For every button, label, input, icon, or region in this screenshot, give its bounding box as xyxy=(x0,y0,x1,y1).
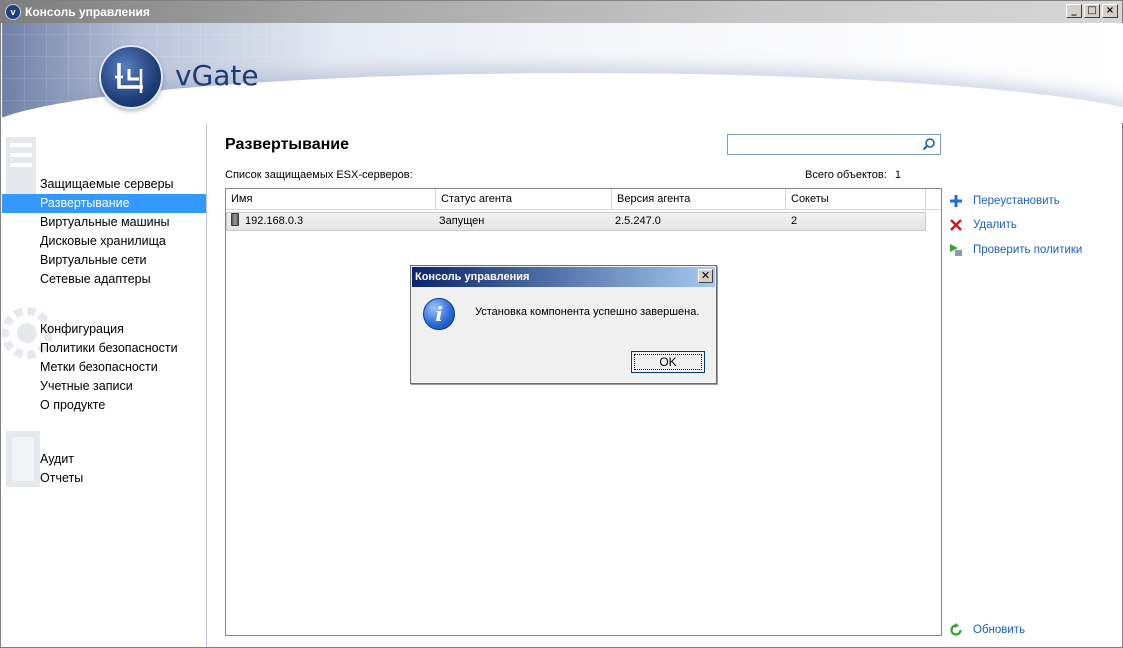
total-label: Всего объектов: xyxy=(805,169,887,181)
total-objects: Всего объектов: 1 xyxy=(805,169,901,181)
server-name: 192.168.0.3 xyxy=(245,215,304,227)
nav-item-security-policies[interactable]: Политики безопасности xyxy=(2,339,206,358)
nav-item-network-adapters[interactable]: Сетевые адаптеры xyxy=(2,270,206,289)
column-header-sockets[interactable]: Сокеты xyxy=(786,189,926,210)
nav-item-about[interactable]: О продукте xyxy=(2,396,206,415)
dialog-title: Консоль управления xyxy=(412,267,715,287)
maximize-button[interactable]: □ xyxy=(1084,4,1100,18)
plus-icon xyxy=(950,195,962,207)
nav-group-objects: Защищаемые серверы Развертывание Виртуал… xyxy=(2,175,206,289)
table-header: Имя Статус агента Версия агента Сокеты xyxy=(226,189,941,210)
search-input[interactable] xyxy=(727,134,941,155)
nav-item-virtual-machines[interactable]: Виртуальные машины xyxy=(2,213,206,232)
nav-item-audit[interactable]: Аудит xyxy=(2,450,206,469)
window-title: Консоль управления xyxy=(25,5,150,19)
nav-item-configuration[interactable]: Конфигурация xyxy=(2,320,206,339)
nav-item-virtual-networks[interactable]: Виртуальные сети xyxy=(2,251,206,270)
vgate-logo-icon xyxy=(99,45,163,109)
delete-x-icon xyxy=(950,219,962,231)
sidebar: Защищаемые серверы Развертывание Виртуал… xyxy=(2,123,207,647)
nav-item-accounts[interactable]: Учетные записи xyxy=(2,377,206,396)
nav-item-reports[interactable]: Отчеты xyxy=(2,469,206,488)
cell-status: Запущен xyxy=(439,215,485,227)
server-icon xyxy=(231,213,239,226)
info-icon: i xyxy=(423,298,455,330)
main-content: Развертывание Список защищаемых ESX-серв… xyxy=(208,123,1122,647)
minimize-button[interactable]: _ xyxy=(1066,4,1082,18)
check-policies-icon xyxy=(950,244,962,256)
cell-sockets: 2 xyxy=(791,215,798,227)
window-controls: _ □ × xyxy=(1066,4,1118,18)
title-bar: v Консоль управления _ □ × xyxy=(1,1,1122,23)
nav-item-security-labels[interactable]: Метки безопасности xyxy=(2,358,206,377)
app-logo-icon: v xyxy=(5,4,21,20)
delete-label: Удалить xyxy=(973,219,1017,231)
ok-button[interactable]: OK xyxy=(631,351,705,373)
search-icon[interactable] xyxy=(922,137,936,151)
header-banner: vGate xyxy=(2,23,1123,123)
cell-version: 2.5.247.0 xyxy=(615,215,661,227)
table-row[interactable]: 192.168.0.3 Запущен 2.5.247.0 2 xyxy=(226,212,926,231)
list-caption: Список защищаемых ESX-серверов: xyxy=(225,169,413,181)
column-header-status[interactable]: Статус агента xyxy=(436,189,612,210)
column-header-name[interactable]: Имя xyxy=(226,189,436,210)
close-button[interactable]: × xyxy=(1102,4,1118,18)
app-window: v Консоль управления _ □ × vGate Защищае… xyxy=(0,0,1123,648)
dialog-close-button[interactable]: ✕ xyxy=(698,269,713,283)
refresh-label: Обновить xyxy=(973,624,1026,636)
nav-item-deployment[interactable]: Развертывание xyxy=(2,194,206,213)
reinstall-label: Переустановить xyxy=(973,195,1060,207)
refresh-icon xyxy=(950,623,962,636)
brand-name: vGate xyxy=(175,59,259,92)
nav-item-datastores[interactable]: Дисковые хранилища xyxy=(2,232,206,251)
page-title: Развертывание xyxy=(225,136,350,153)
servers-table: Имя Статус агента Версия агента Сокеты 1… xyxy=(225,188,942,636)
total-count: 1 xyxy=(894,169,901,181)
nav-group-settings: Конфигурация Политики безопасности Метки… xyxy=(2,320,206,415)
message-dialog: Консоль управления ✕ i Установка компоне… xyxy=(410,265,717,384)
column-header-version[interactable]: Версия агента xyxy=(612,189,786,210)
nav-group-reports: Аудит Отчеты xyxy=(2,450,206,488)
nav-item-protected-servers[interactable]: Защищаемые серверы xyxy=(2,175,206,194)
cell-name: 192.168.0.3 xyxy=(227,213,435,230)
check-policies-label: Проверить политики xyxy=(973,244,1083,256)
dialog-message: Установка компонента успешно завершена. xyxy=(475,306,700,318)
